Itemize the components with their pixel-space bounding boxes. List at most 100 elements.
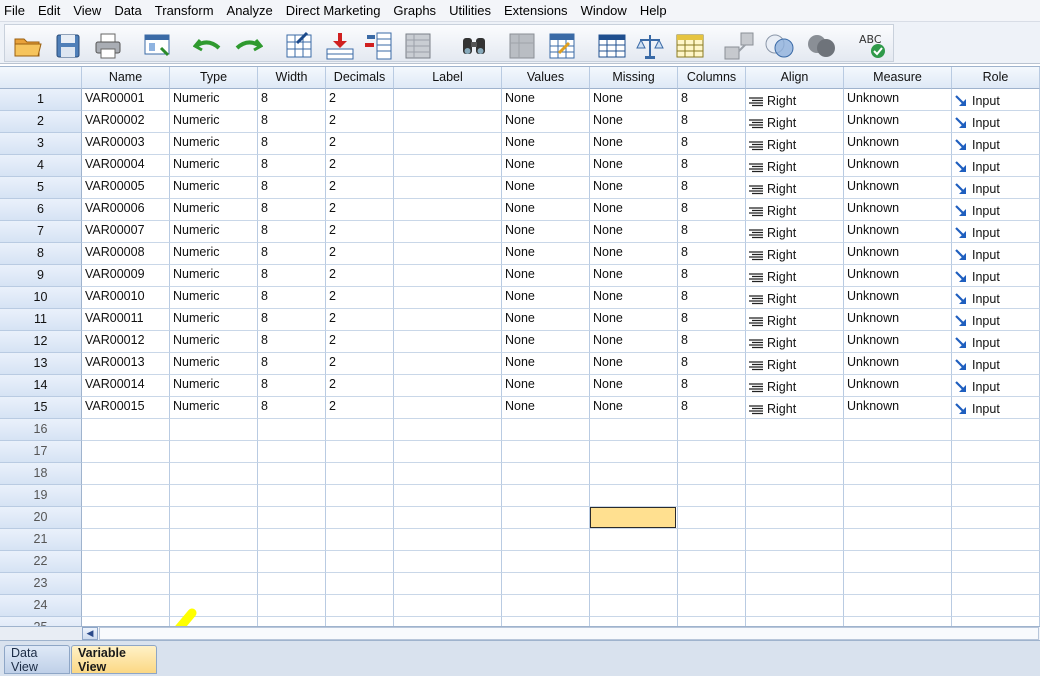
cell-measure[interactable]: Unknown bbox=[844, 309, 952, 331]
menu-window[interactable]: Window bbox=[577, 3, 636, 18]
cell-align[interactable] bbox=[746, 529, 844, 551]
cell-columns[interactable]: 8 bbox=[678, 177, 746, 199]
cell-values[interactable] bbox=[502, 419, 590, 441]
use-sets-icon[interactable] bbox=[673, 30, 707, 62]
cell-values[interactable]: None bbox=[502, 331, 590, 353]
cell-decimals[interactable] bbox=[326, 485, 394, 507]
cell-type[interactable] bbox=[170, 529, 258, 551]
cell-type[interactable]: Numeric bbox=[170, 199, 258, 221]
menu-file[interactable]: File bbox=[0, 3, 34, 18]
cell-name[interactable] bbox=[82, 551, 170, 573]
row-number[interactable]: 7 bbox=[0, 221, 82, 243]
cell-columns[interactable] bbox=[678, 551, 746, 573]
cell-decimals[interactable]: 2 bbox=[326, 89, 394, 111]
cell-width[interactable]: 8 bbox=[258, 111, 326, 133]
cell-measure[interactable] bbox=[844, 441, 952, 463]
cell-decimals[interactable] bbox=[326, 441, 394, 463]
cell-measure[interactable]: Unknown bbox=[844, 89, 952, 111]
row-number[interactable]: 19 bbox=[0, 485, 82, 507]
column-header-label[interactable]: Label bbox=[394, 67, 502, 89]
cell-name[interactable] bbox=[82, 529, 170, 551]
row-number[interactable]: 24 bbox=[0, 595, 82, 617]
cell-measure[interactable] bbox=[844, 463, 952, 485]
show-all-variables-icon[interactable] bbox=[723, 30, 757, 62]
cell-align[interactable]: Right bbox=[746, 177, 844, 199]
cell-name[interactable]: VAR00006 bbox=[82, 199, 170, 221]
cell-label[interactable] bbox=[394, 265, 502, 287]
cell-type[interactable]: Numeric bbox=[170, 397, 258, 419]
cell-role[interactable] bbox=[952, 529, 1040, 551]
cell-width[interactable]: 8 bbox=[258, 177, 326, 199]
cell-align[interactable] bbox=[746, 419, 844, 441]
cell-missing[interactable]: None bbox=[590, 397, 678, 419]
column-header-name[interactable]: Name bbox=[82, 67, 170, 89]
row-number[interactable]: 22 bbox=[0, 551, 82, 573]
cell-missing[interactable] bbox=[590, 595, 678, 617]
cell-columns[interactable] bbox=[678, 595, 746, 617]
cell-role[interactable]: Input bbox=[952, 309, 1040, 331]
cell-missing[interactable] bbox=[590, 573, 678, 595]
cell-width[interactable]: 8 bbox=[258, 375, 326, 397]
cell-name[interactable] bbox=[82, 463, 170, 485]
cell-missing[interactable]: None bbox=[590, 375, 678, 397]
cell-type[interactable]: Numeric bbox=[170, 287, 258, 309]
cell-decimals[interactable] bbox=[326, 529, 394, 551]
cell-align[interactable] bbox=[746, 595, 844, 617]
cell-role[interactable]: Input bbox=[952, 177, 1040, 199]
cell-type[interactable]: Numeric bbox=[170, 111, 258, 133]
cell-label[interactable] bbox=[394, 243, 502, 265]
cell-decimals[interactable] bbox=[326, 551, 394, 573]
cell-name[interactable] bbox=[82, 419, 170, 441]
cell-label[interactable] bbox=[394, 507, 502, 529]
cell-name[interactable]: VAR00003 bbox=[82, 133, 170, 155]
cell-missing[interactable] bbox=[590, 551, 678, 573]
tab-variable-view[interactable]: Variable View bbox=[71, 645, 157, 674]
menu-direct-marketing[interactable]: Direct Marketing bbox=[282, 3, 390, 18]
cell-values[interactable]: None bbox=[502, 353, 590, 375]
cell-type[interactable]: Numeric bbox=[170, 89, 258, 111]
cell-width[interactable]: 8 bbox=[258, 89, 326, 111]
cell-columns[interactable]: 8 bbox=[678, 133, 746, 155]
cell-type[interactable]: Numeric bbox=[170, 375, 258, 397]
cell-label[interactable] bbox=[394, 177, 502, 199]
cell-width[interactable] bbox=[258, 441, 326, 463]
cell-name[interactable]: VAR00009 bbox=[82, 265, 170, 287]
cell-columns[interactable] bbox=[678, 463, 746, 485]
cell-width[interactable] bbox=[258, 595, 326, 617]
cell-name[interactable]: VAR00014 bbox=[82, 375, 170, 397]
menu-graphs[interactable]: Graphs bbox=[389, 3, 445, 18]
cell-values[interactable] bbox=[502, 507, 590, 529]
cell-label[interactable] bbox=[394, 111, 502, 133]
cell-role[interactable] bbox=[952, 419, 1040, 441]
cell-align[interactable]: Right bbox=[746, 221, 844, 243]
cell-width[interactable] bbox=[258, 419, 326, 441]
cell-missing[interactable]: None bbox=[590, 177, 678, 199]
cell-align[interactable]: Right bbox=[746, 265, 844, 287]
cell-role[interactable]: Input bbox=[952, 353, 1040, 375]
cell-missing[interactable] bbox=[590, 529, 678, 551]
cell-decimals[interactable]: 2 bbox=[326, 375, 394, 397]
row-number[interactable]: 5 bbox=[0, 177, 82, 199]
cell-missing[interactable]: None bbox=[590, 265, 678, 287]
cell-role[interactable]: Input bbox=[952, 155, 1040, 177]
column-header-measure[interactable]: Measure bbox=[844, 67, 952, 89]
cell-type[interactable]: Numeric bbox=[170, 265, 258, 287]
cell-name[interactable]: VAR00015 bbox=[82, 397, 170, 419]
cell-type[interactable]: Numeric bbox=[170, 243, 258, 265]
cell-width[interactable] bbox=[258, 507, 326, 529]
cell-width[interactable]: 8 bbox=[258, 287, 326, 309]
cell-width[interactable]: 8 bbox=[258, 265, 326, 287]
cell-values[interactable] bbox=[502, 485, 590, 507]
cell-width[interactable] bbox=[258, 551, 326, 573]
cell-measure[interactable] bbox=[844, 529, 952, 551]
cell-missing[interactable]: None bbox=[590, 309, 678, 331]
cell-width[interactable] bbox=[258, 617, 326, 626]
cell-values[interactable]: None bbox=[502, 243, 590, 265]
cell-measure[interactable]: Unknown bbox=[844, 375, 952, 397]
row-number[interactable]: 1 bbox=[0, 89, 82, 111]
cell-decimals[interactable]: 2 bbox=[326, 155, 394, 177]
cell-role[interactable] bbox=[952, 485, 1040, 507]
cell-decimals[interactable]: 2 bbox=[326, 199, 394, 221]
cell-type[interactable] bbox=[170, 507, 258, 529]
tab-data-view[interactable]: Data View bbox=[4, 645, 70, 674]
